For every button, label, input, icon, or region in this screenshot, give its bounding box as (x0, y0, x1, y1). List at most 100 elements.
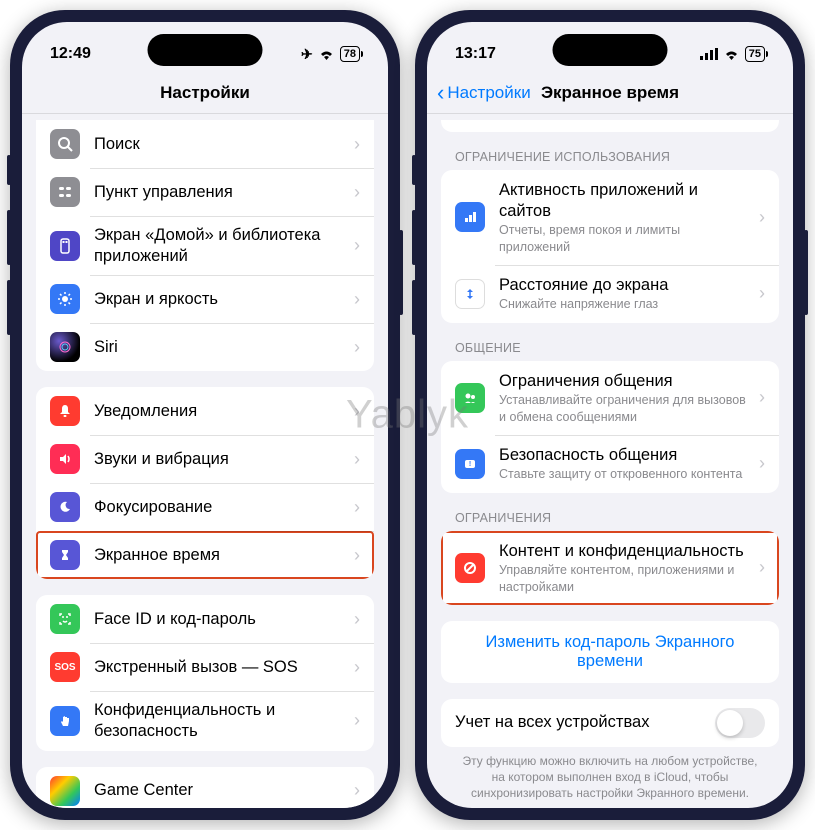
nav-header: Настройки (22, 72, 388, 114)
row-label: Экран и яркость (94, 289, 346, 310)
row-label: Контент и конфиденциальность (499, 541, 751, 562)
search-icon (50, 129, 80, 159)
sound-icon (50, 444, 80, 474)
row-focus[interactable]: Фокусирование › (36, 483, 374, 531)
row-label: Конфиденциальность и безопасность (94, 700, 346, 741)
chevron-right-icon: › (354, 134, 360, 155)
phone-left: 12:49 ✈ 78 Настройки Поиск › (10, 10, 400, 820)
svg-text:!: ! (469, 461, 471, 468)
row-screen-time[interactable]: Экранное время › (36, 531, 374, 579)
airplane-icon: ✈ (301, 46, 313, 63)
row-label: Уведомления (94, 401, 346, 422)
row-label: Учет на всех устройствах (455, 712, 715, 733)
communication-icon (455, 383, 485, 413)
faceid-icon (50, 604, 80, 634)
dynamic-island (553, 34, 668, 66)
settings-group-3: Face ID и код-пароль › SOS Экстренный вы… (36, 595, 374, 750)
chevron-right-icon: › (759, 387, 765, 408)
row-sublabel: Управляйте контентом, приложениями и нас… (499, 562, 751, 595)
bell-icon (50, 396, 80, 426)
phone-right: 13:17 75 ‹ Настройки Экранное время ОГРА… (415, 10, 805, 820)
row-label: Экстренный вызов — SOS (94, 657, 346, 678)
change-passcode-button[interactable]: Изменить код-пароль Экранного времени (441, 621, 779, 683)
row-home-screen[interactable]: Экран «Домой» и библиотека приложений › (36, 216, 374, 275)
chevron-right-icon: › (759, 207, 765, 228)
settings-group-4: Game Center › iCloud › Wal (36, 767, 374, 809)
chevron-right-icon: › (759, 557, 765, 578)
siri-icon (50, 332, 80, 362)
back-button[interactable]: ‹ Настройки (437, 80, 531, 106)
game-center-icon (50, 776, 80, 806)
settings-group-2: Уведомления › Звуки и вибрация › (36, 387, 374, 579)
status-time: 12:49 (50, 45, 91, 63)
row-notifications[interactable]: Уведомления › (36, 387, 374, 435)
row-sublabel: Отчеты, время покоя и лимиты приложений (499, 222, 751, 255)
row-share-devices[interactable]: Учет на всех устройствах (441, 699, 779, 747)
row-label: Экранное время (94, 545, 346, 566)
row-display-brightness[interactable]: Экран и яркость › (36, 275, 374, 323)
row-label: Звуки и вибрация (94, 449, 346, 470)
battery-icon: 78 (340, 46, 360, 62)
row-game-center[interactable]: Game Center › (36, 767, 374, 809)
chevron-left-icon: ‹ (437, 80, 444, 106)
row-communication-limits[interactable]: Ограничения общения Устанавливайте огран… (441, 361, 779, 435)
row-label: Активность приложений и сайтов (499, 180, 751, 221)
group-change-passcode: Изменить код-пароль Экранного времени (441, 621, 779, 683)
battery-icon: 75 (745, 46, 765, 62)
chevron-right-icon: › (354, 182, 360, 203)
row-sos[interactable]: SOS Экстренный вызов — SOS › (36, 643, 374, 691)
row-app-activity[interactable]: Активность приложений и сайтов Отчеты, в… (441, 170, 779, 265)
section-header-communication: ОБЩЕНИЕ (441, 323, 779, 361)
chevron-right-icon: › (354, 609, 360, 630)
moon-icon (50, 492, 80, 522)
toggle-share-devices[interactable] (715, 708, 765, 738)
chevron-right-icon: › (354, 710, 360, 731)
chevron-right-icon: › (354, 657, 360, 678)
safety-icon: ! (455, 449, 485, 479)
chevron-right-icon: › (759, 453, 765, 474)
control-center-icon (50, 177, 80, 207)
group-usage: Активность приложений и сайтов Отчеты, в… (441, 170, 779, 323)
section-header-restrictions: ОГРАНИЧЕНИЯ (441, 493, 779, 531)
row-label: Siri (94, 337, 346, 358)
brightness-icon (50, 284, 80, 314)
chart-icon (455, 202, 485, 232)
row-sublabel: Ставьте защиту от откровенного контента (499, 466, 751, 482)
row-face-id[interactable]: Face ID и код-пароль › (36, 595, 374, 643)
group-restrictions: Контент и конфиденциальность Управляйте … (441, 531, 779, 605)
row-communication-safety[interactable]: ! Безопасность общения Ставьте защиту от… (441, 435, 779, 493)
row-siri[interactable]: Siri › (36, 323, 374, 371)
row-sublabel: Снижайте напряжение глаз (499, 296, 751, 312)
chevron-right-icon: › (354, 401, 360, 422)
footer-text: Эту функцию можно включить на любом устр… (441, 747, 779, 808)
row-label: Пункт управления (94, 182, 346, 203)
chevron-right-icon: › (354, 545, 360, 566)
page-title: Настройки (160, 83, 250, 103)
row-label: Расстояние до экрана (499, 275, 751, 296)
group-communication: Ограничения общения Устанавливайте огран… (441, 361, 779, 493)
nav-header: ‹ Настройки Экранное время (427, 72, 793, 114)
row-label: Фокусирование (94, 497, 346, 518)
top-card-fragment (441, 120, 779, 132)
row-screen-distance[interactable]: Расстояние до экрана Снижайте напряжение… (441, 265, 779, 323)
row-sounds[interactable]: Звуки и вибрация › (36, 435, 374, 483)
row-label: Безопасность общения (499, 445, 751, 466)
hourglass-icon (50, 540, 80, 570)
row-content-privacy[interactable]: Контент и конфиденциальность Управляйте … (441, 531, 779, 605)
row-search[interactable]: Поиск › (36, 120, 374, 168)
settings-group-1: Поиск › Пункт управления › (36, 120, 374, 371)
home-screen-icon (50, 231, 80, 261)
dynamic-island (148, 34, 263, 66)
wifi-icon (318, 48, 335, 61)
chevron-right-icon: › (354, 289, 360, 310)
row-privacy-security[interactable]: Конфиденциальность и безопасность › (36, 691, 374, 750)
page-title: Экранное время (541, 83, 679, 103)
row-label: Экран «Домой» и библиотека приложений (94, 225, 346, 266)
row-control-center[interactable]: Пункт управления › (36, 168, 374, 216)
section-header-usage: ОГРАНИЧЕНИЕ ИСПОЛЬЗОВАНИЯ (441, 132, 779, 170)
distance-icon (455, 279, 485, 309)
chevron-right-icon: › (354, 337, 360, 358)
chevron-right-icon: › (354, 235, 360, 256)
sos-icon: SOS (50, 652, 80, 682)
chevron-right-icon: › (759, 283, 765, 304)
